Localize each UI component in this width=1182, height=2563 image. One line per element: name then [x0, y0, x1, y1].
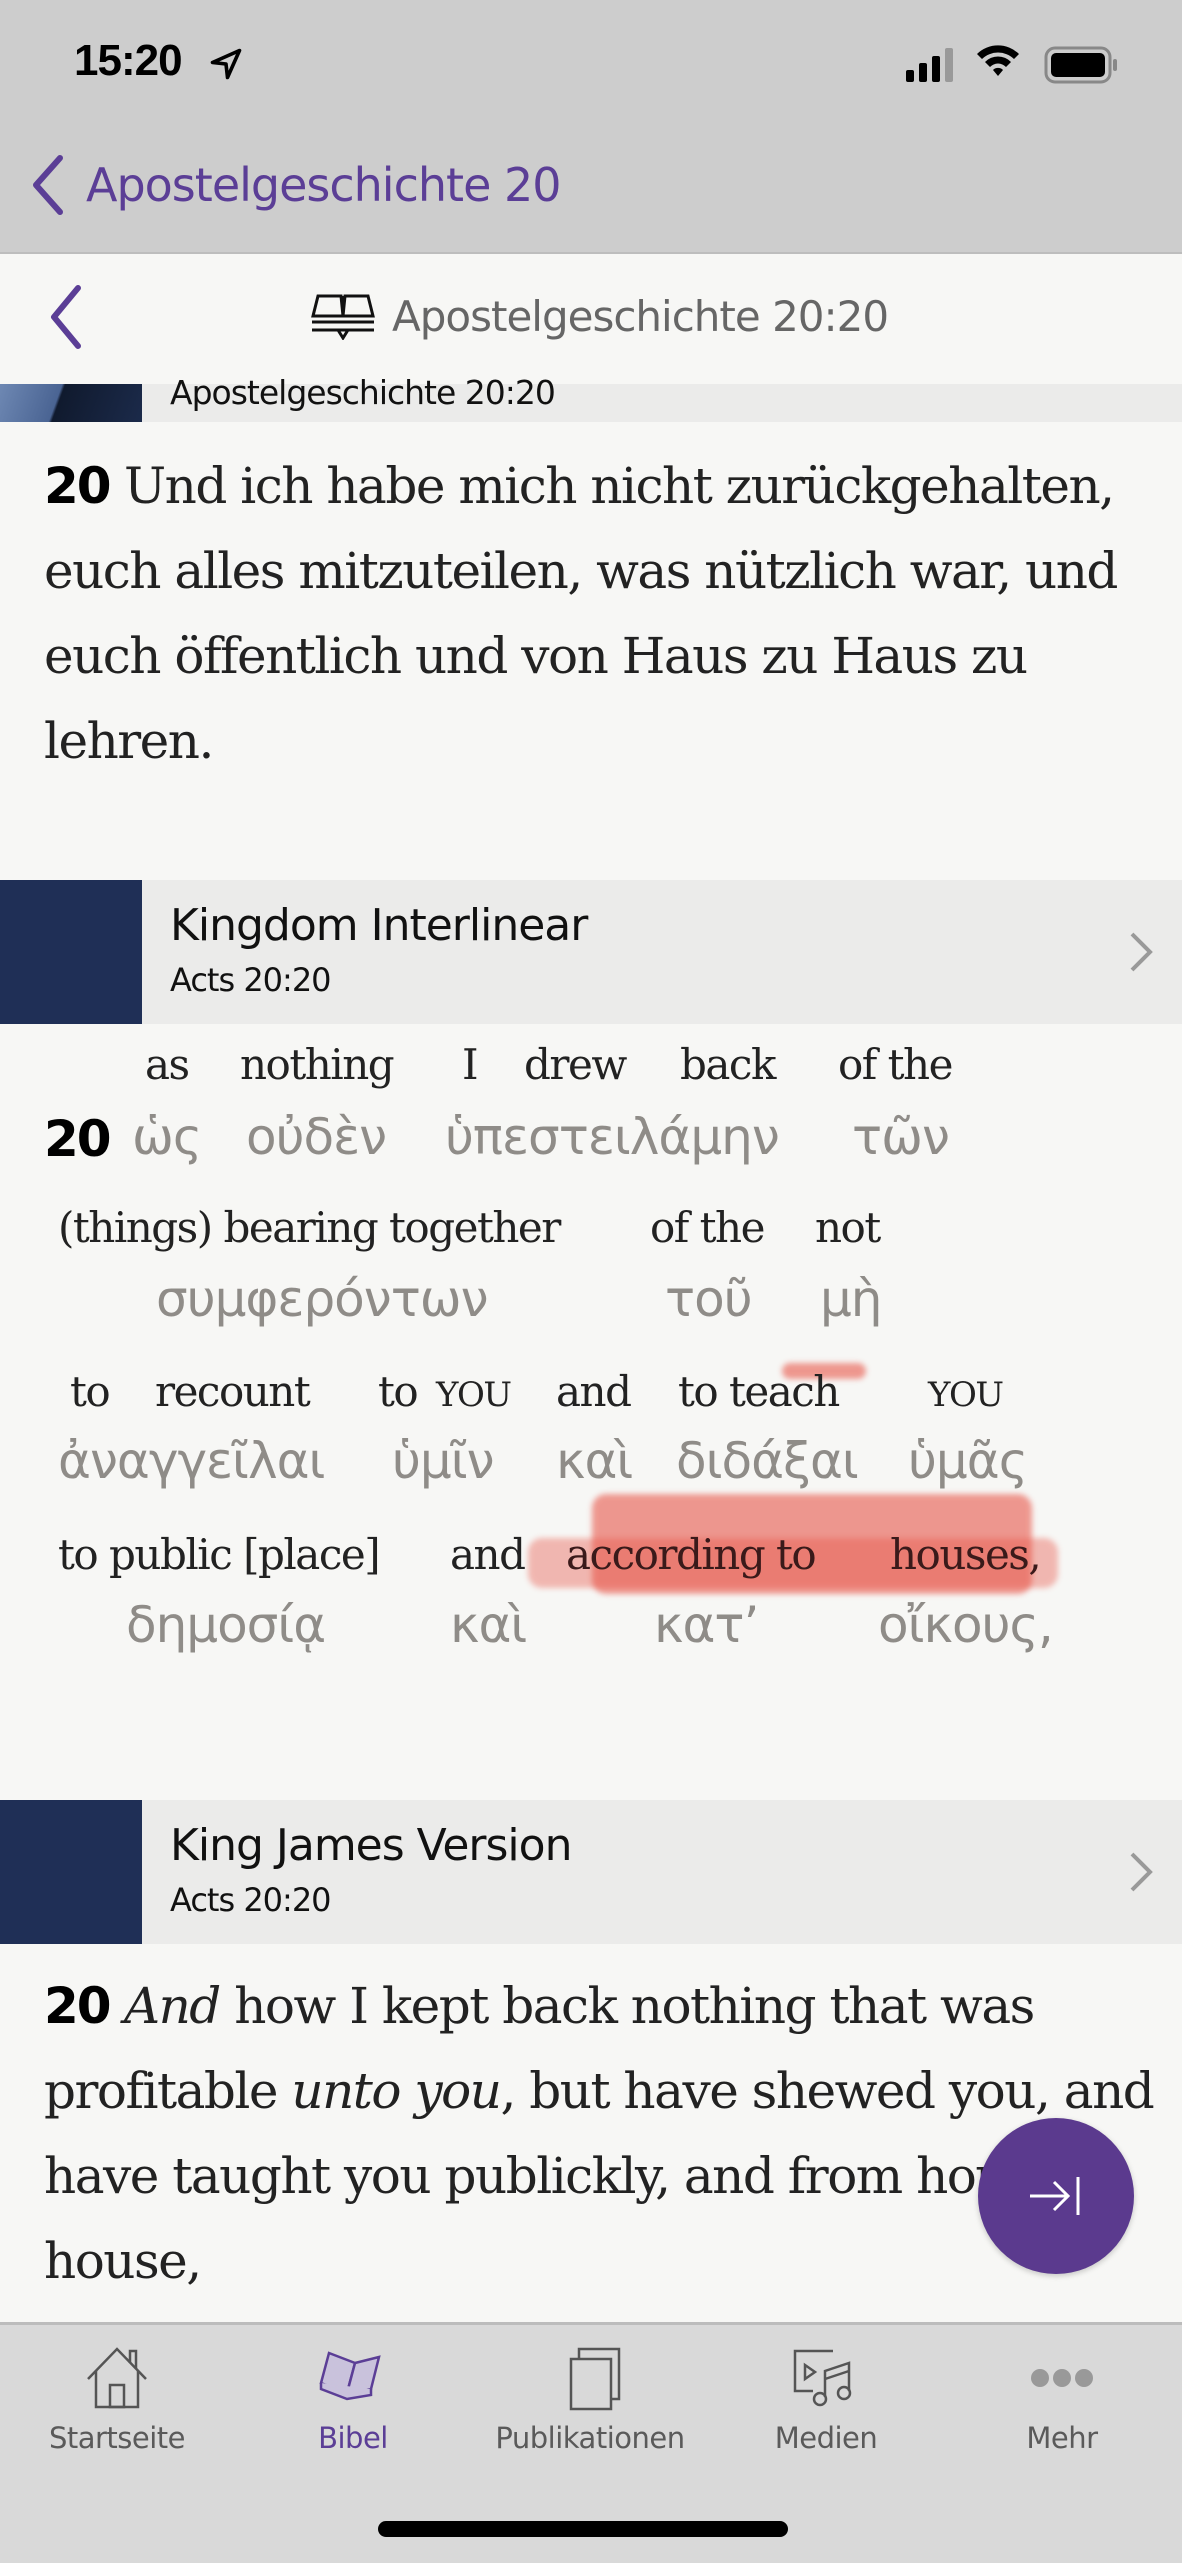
home-icon	[87, 2347, 147, 2409]
interlinear-greek: ὑμῖν	[392, 1432, 495, 1490]
interlinear-english: not	[815, 1203, 881, 1252]
chevron-left-icon	[33, 155, 63, 215]
verse-title: Apostelgeschichte 20:20	[310, 292, 889, 341]
cellular-signal-icon	[906, 48, 953, 82]
navigation-bar: Apostelgeschichte 20	[0, 130, 1182, 254]
interlinear-greek: ἀναγγεῖλαι	[58, 1432, 325, 1490]
interlinear-english: drew	[524, 1040, 627, 1089]
tab-label: Mehr	[1026, 2421, 1098, 2455]
interlinear-greek: συμφερόντων	[156, 1270, 489, 1328]
interlinear-english: houses,	[890, 1530, 1042, 1579]
verse-number: 20	[44, 1977, 112, 2035]
publications-icon	[569, 2347, 621, 2411]
interlinear-english: back	[680, 1040, 776, 1089]
location-arrow-icon	[210, 48, 242, 80]
interlinear-greek: οὐδὲν	[246, 1108, 387, 1166]
tab-publikationen[interactable]: Publikationen	[490, 2345, 690, 2455]
interlinear-greek: διδάξαι	[676, 1432, 859, 1490]
interlinear-english: to	[70, 1367, 111, 1416]
verse-text-kjv: 20 And how I kept back nothing that was …	[44, 1964, 1155, 2304]
next-verse-button[interactable]	[978, 2118, 1134, 2274]
bible-icon	[319, 2351, 381, 2401]
tab-mehr[interactable]: Mehr	[962, 2345, 1162, 2455]
section-header-nwt[interactable]: Apostelgeschichte 20:20	[0, 376, 1182, 422]
interlinear-english: and	[450, 1530, 526, 1579]
tab-startseite[interactable]: Startseite	[17, 2345, 217, 2455]
tab-bibel[interactable]: Bibel	[253, 2345, 453, 2455]
section-header-interlinear[interactable]: Kingdom Interlinear Acts 20:20	[0, 880, 1182, 1024]
interlinear-greek: ὑμᾶς	[908, 1432, 1028, 1490]
open-bible-icon	[311, 294, 375, 340]
interlinear-greek: τοῦ	[665, 1270, 753, 1328]
status-time: 15:20	[74, 36, 183, 85]
tab-label: Publikationen	[495, 2421, 685, 2455]
interlinear-greek: ὑπεστειλάμην	[445, 1108, 780, 1166]
verse-number: 20	[44, 1110, 112, 1168]
interlinear-greek: κατ’	[654, 1596, 759, 1654]
interlinear-english: YOU	[928, 1375, 1004, 1415]
interlinear-english: according to	[566, 1530, 817, 1579]
home-indicator[interactable]	[378, 2521, 788, 2537]
interlinear-greek: μὴ	[820, 1270, 883, 1328]
chevron-right-icon	[1130, 932, 1153, 972]
verse-header: Apostelgeschichte 20:20	[0, 254, 1182, 384]
interlinear-english: I	[462, 1040, 479, 1089]
section-subtitle: Acts 20:20	[170, 1881, 332, 1919]
interlinear-greek: δημοσίᾳ	[126, 1596, 326, 1654]
section-title: Kingdom Interlinear	[170, 900, 588, 951]
wifi-icon	[977, 45, 1019, 76]
verse-number: 20	[44, 457, 112, 515]
interlinear-english: and	[556, 1367, 632, 1416]
interlinear-english: to teach	[678, 1367, 840, 1416]
interlinear-greek: ὡς	[132, 1108, 202, 1166]
italic-supplied-word: unto you	[291, 2062, 502, 2120]
tab-medien[interactable]: Medien	[726, 2345, 926, 2455]
tab-label: Startseite	[48, 2421, 186, 2455]
section-title: King James Version	[170, 1820, 572, 1871]
chevron-left-icon	[51, 285, 81, 349]
interlinear-english: (things) bearing together	[58, 1203, 561, 1252]
verse-back-button[interactable]	[46, 284, 86, 355]
verse-text-nwt: 20 Und ich habe mich nicht zurückgehalte…	[44, 444, 1154, 784]
thumbnail-image	[0, 384, 142, 422]
battery-icon	[1044, 46, 1117, 84]
status-bar: 15:20	[0, 0, 1182, 130]
interlinear-greek: καὶ	[556, 1432, 633, 1490]
interlinear-english: YOU	[436, 1375, 512, 1415]
back-button[interactable]: Apostelgeschichte 20	[30, 154, 562, 216]
section-subtitle: Apostelgeschichte 20:20	[170, 373, 556, 412]
interlinear-greek: καὶ	[450, 1596, 527, 1654]
thumbnail-image	[0, 1800, 142, 1944]
interlinear-english: of the	[838, 1040, 953, 1089]
interlinear-english: recount	[155, 1367, 311, 1416]
interlinear-english: as	[145, 1040, 190, 1089]
verse-title-text: Apostelgeschichte 20:20	[392, 292, 889, 341]
interlinear-english: nothing	[240, 1040, 395, 1089]
arrow-to-right-bar-icon	[1030, 2177, 1080, 2215]
tab-label: Medien	[774, 2421, 878, 2455]
section-subtitle: Acts 20:20	[170, 961, 332, 999]
media-icon	[793, 2349, 852, 2407]
section-header-kjv[interactable]: King James Version Acts 20:20	[0, 1800, 1182, 1944]
chevron-right-icon	[1130, 1852, 1153, 1892]
tab-label: Bibel	[318, 2421, 388, 2455]
verse-content: Und ich habe mich nicht zurückgehalten, …	[44, 457, 1118, 770]
interlinear-english: of the	[650, 1203, 765, 1252]
italic-supplied-word: And	[124, 1977, 221, 2035]
more-dots-icon	[1031, 2369, 1093, 2387]
back-label: Apostelgeschichte 20	[86, 158, 562, 212]
thumbnail-image	[0, 880, 142, 1024]
interlinear-greek: οἴκους,	[878, 1596, 1054, 1654]
interlinear-english: to public [place]	[58, 1530, 381, 1579]
interlinear-greek: τῶν	[852, 1108, 950, 1166]
interlinear-english: to	[378, 1367, 419, 1416]
